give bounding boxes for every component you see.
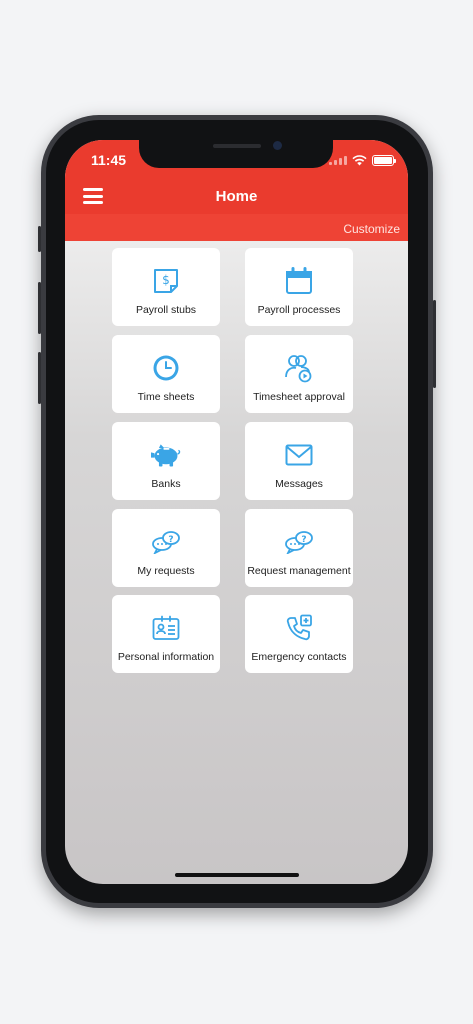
app-screen: 11:45 Home Customize $ Payroll stubs Pay… (65, 140, 408, 884)
tile-label: Payroll processes (257, 304, 341, 316)
svg-text:?: ? (301, 535, 306, 545)
tile-request-management[interactable]: ? Request management (245, 509, 353, 587)
tile-emergency-contacts[interactable]: Emergency contacts (245, 595, 353, 673)
tile-personal-information[interactable]: Personal information (112, 595, 220, 673)
piggy-bank-icon (151, 440, 181, 470)
user-approval-icon (284, 353, 314, 383)
sub-toolbar: Customize (65, 214, 408, 241)
tile-time-sheets[interactable]: Time sheets (112, 335, 220, 413)
tile-messages[interactable]: Messages (245, 422, 353, 500)
tile-label: Timesheet approval (253, 391, 345, 403)
volume-up-button (38, 282, 41, 334)
tile-my-requests[interactable]: ? My requests (112, 509, 220, 587)
customize-link[interactable]: Customize (343, 222, 400, 236)
page-title: Home (215, 188, 258, 205)
clock-icon (151, 353, 181, 383)
front-camera (273, 141, 282, 150)
speaker-grille (213, 144, 261, 148)
cellular-signal-icon (329, 155, 347, 165)
tile-label: Banks (151, 478, 181, 490)
chat-bubbles-icon: ? (284, 527, 314, 557)
volume-down-button (38, 352, 41, 404)
svg-text:$: $ (162, 273, 170, 287)
tile-timesheet-approval[interactable]: Timesheet approval (245, 335, 353, 413)
tile-label: Messages (275, 478, 323, 490)
payroll-stub-icon: $ (151, 266, 181, 296)
calendar-icon (284, 266, 314, 296)
phone-plus-icon (284, 613, 314, 643)
tile-label: My requests (137, 565, 195, 577)
power-button (433, 300, 436, 388)
wifi-icon (352, 154, 367, 165)
status-icons (329, 154, 396, 166)
status-time: 11:45 (91, 152, 127, 168)
navigation-bar: Home (65, 174, 408, 214)
chat-bubbles-icon: ? (151, 527, 181, 557)
id-card-icon (151, 613, 181, 643)
tile-label: Emergency contacts (251, 651, 347, 663)
tile-label: Payroll stubs (135, 304, 197, 316)
notch (139, 140, 333, 168)
tile-label: Time sheets (137, 391, 195, 403)
home-indicator[interactable] (175, 873, 299, 877)
envelope-icon (284, 440, 314, 470)
tile-payroll-stubs[interactable]: $ Payroll stubs (112, 248, 220, 326)
tile-label: Personal information (117, 651, 215, 663)
silent-switch (38, 226, 41, 252)
svg-text:?: ? (168, 535, 173, 545)
battery-icon (372, 154, 396, 166)
tile-label: Request management (247, 565, 351, 577)
tile-payroll-processes[interactable]: Payroll processes (245, 248, 353, 326)
tile-banks[interactable]: Banks (112, 422, 220, 500)
